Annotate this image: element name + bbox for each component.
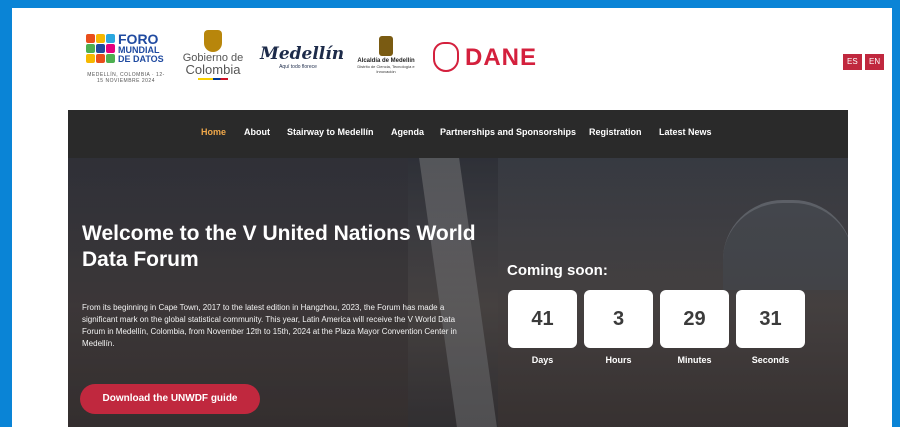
nav-agenda[interactable]: Agenda (391, 127, 424, 137)
alcaldia-logo[interactable]: Alcaldía de Medellín Distrito de Ciencia… (353, 36, 419, 92)
countdown-days-label: Days (531, 355, 554, 365)
crest-icon (379, 36, 393, 56)
nav-latest-news[interactable]: Latest News (659, 127, 712, 137)
gobierno-colombia-logo[interactable]: Gobierno de Colombia (178, 30, 248, 90)
download-guide-button[interactable]: Download the UNWDF guide (80, 384, 260, 414)
top-strip (0, 0, 900, 8)
countdown-minutes-value: 29 (683, 308, 706, 330)
countdown-hours-tile: 3 (584, 290, 653, 348)
countdown-seconds-label: Seconds (751, 355, 790, 365)
countdown-minutes-tile: 29 (660, 290, 729, 348)
countdown-title: Coming soon: (507, 262, 608, 279)
countdown-days-tile: 41 (508, 290, 577, 348)
nav-registration[interactable]: Registration (589, 127, 642, 137)
flag-bar (198, 78, 228, 80)
countdown-seconds-value: 31 (759, 308, 782, 330)
countdown-days-value: 41 (531, 308, 554, 330)
hero-description: From its beginning in Cape Town, 2017 to… (82, 303, 457, 348)
nav-about[interactable]: About (244, 127, 270, 137)
alcaldia-subtitle: Distrito de Ciencia, Tecnología e Innova… (357, 64, 415, 74)
foro-text: FORO MUNDIAL DE DATOS (118, 31, 164, 64)
hero-section: Welcome to the V United Nations World Da… (68, 158, 848, 427)
medellin-logo[interactable]: Medellín Aquí todo florece (260, 44, 345, 78)
coat-of-arms-icon (204, 30, 222, 52)
countdown-hours-value: 3 (612, 308, 625, 330)
lang-es-button[interactable]: ES (843, 54, 862, 70)
countdown-hours-label: Hours (605, 355, 632, 365)
countdown-minutes-label: Minutes (677, 355, 712, 365)
countdown-seconds-tile: 31 (736, 290, 805, 348)
dane-logo[interactable]: DANE (433, 42, 543, 78)
gobierno-line2: Colombia (185, 62, 241, 77)
foro-mundial-logo[interactable]: FORO MUNDIAL DE DATOS MEDELLÍN, COLOMBIA… (86, 30, 166, 90)
lang-en-button[interactable]: EN (865, 54, 885, 70)
medellin-title: Medellín (260, 44, 345, 64)
page-frame: FORO MUNDIAL DE DATOS MEDELLÍN, COLOMBIA… (8, 8, 892, 427)
header-logos: FORO MUNDIAL DE DATOS MEDELLÍN, COLOMBIA… (68, 8, 885, 98)
dane-emblem-icon (433, 42, 459, 72)
medellin-subtitle: Aquí todo florece (279, 64, 317, 70)
main-nav: Home About Stairway to Medellín Agenda P… (68, 110, 848, 158)
nav-home[interactable]: Home (201, 127, 226, 137)
hero-title: Welcome to the V United Nations World Da… (82, 222, 476, 271)
nav-partnerships[interactable]: Partnerships and Sponsorships (440, 127, 576, 137)
mosaic-icon (86, 34, 116, 64)
left-border (8, 8, 12, 427)
foro-subtitle: MEDELLÍN, COLOMBIA · 12-15 NOVIEMBRE 202… (87, 72, 165, 84)
dane-title: DANE (465, 44, 538, 71)
nav-stairway[interactable]: Stairway to Medellín (287, 127, 374, 137)
